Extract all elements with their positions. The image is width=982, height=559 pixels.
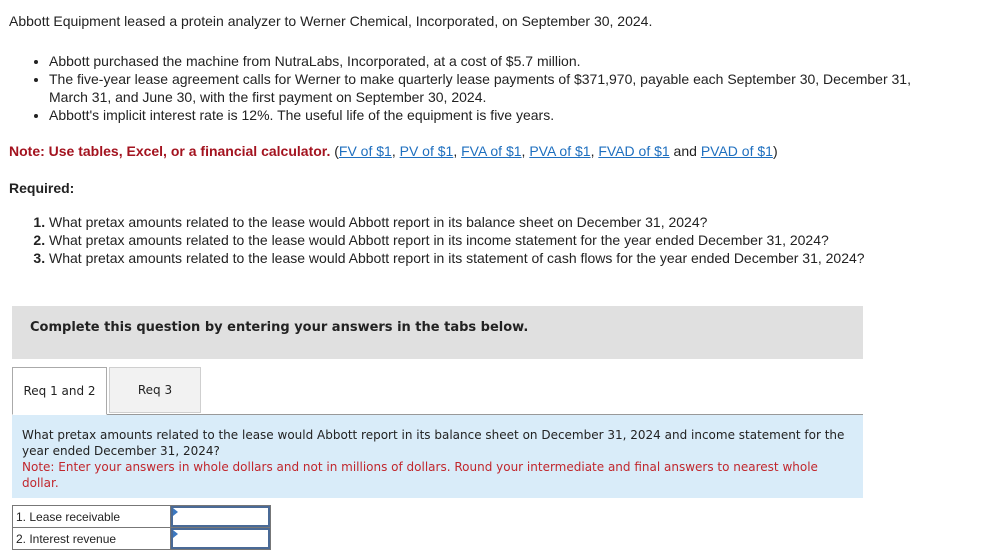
requirement-item: What pretax amounts related to the lease… [49,249,949,267]
separator: and [669,143,701,159]
input-flag-icon [173,508,178,516]
separator: , [391,143,400,159]
interest-revenue-input[interactable] [171,528,270,549]
paren-open: ( [330,143,339,159]
link-pvad-of-1[interactable]: PVAD of $1 [701,143,773,159]
fact-item: Abbott purchased the machine from NutraL… [49,52,949,70]
calculator-note-label: Note: Use tables, Excel, or a financial … [9,143,331,159]
table-row: 1. Lease receivable [12,505,271,528]
panel-note: Note: Enter your answers in whole dollar… [22,460,818,490]
tab-req-3[interactable]: Req 3 [109,367,201,413]
interest-revenue-cell [170,527,271,550]
paren-close: ) [772,143,778,159]
tab-content-panel: What pretax amounts related to the lease… [12,414,863,498]
fact-item: The five-year lease agreement calls for … [49,70,949,106]
problem-intro: Abbott Equipment leased a protein analyz… [9,13,653,29]
lease-receivable-input[interactable] [171,506,270,527]
input-flag-icon [173,530,178,538]
tab-req-1-and-2[interactable]: Req 1 and 2 [12,367,107,415]
link-fva-of-1[interactable]: FVA of $1 [461,143,521,159]
requirement-item: What pretax amounts related to the lease… [49,231,949,249]
calculator-note: Note: Use tables, Excel, or a financial … [9,143,778,159]
table-row: 2. Interest revenue [12,527,271,550]
answer-table: 1. Lease receivable 2. Interest revenue [12,505,271,550]
lease-receivable-cell [170,505,271,528]
requirement-item: What pretax amounts related to the lease… [49,213,949,231]
instruction-box: Complete this question by entering your … [12,306,863,359]
lease-receivable-label: 1. Lease receivable [12,505,171,528]
problem-facts-list: Abbott purchased the machine from NutraL… [27,52,949,124]
link-pva-of-1[interactable]: PVA of $1 [529,143,590,159]
panel-question: What pretax amounts related to the lease… [22,428,845,458]
separator: , [453,143,462,159]
interest-revenue-label: 2. Interest revenue [12,527,171,550]
link-fvad-of-1[interactable]: FVAD of $1 [598,143,669,159]
requirements-list: What pretax amounts related to the lease… [30,213,949,267]
fact-item: Abbott's implicit interest rate is 12%. … [49,106,949,124]
link-pv-of-1[interactable]: PV of $1 [400,143,454,159]
instruction-text: Complete this question by entering your … [30,320,529,335]
link-fv-of-1[interactable]: FV of $1 [339,143,392,159]
required-heading: Required: [9,180,75,196]
